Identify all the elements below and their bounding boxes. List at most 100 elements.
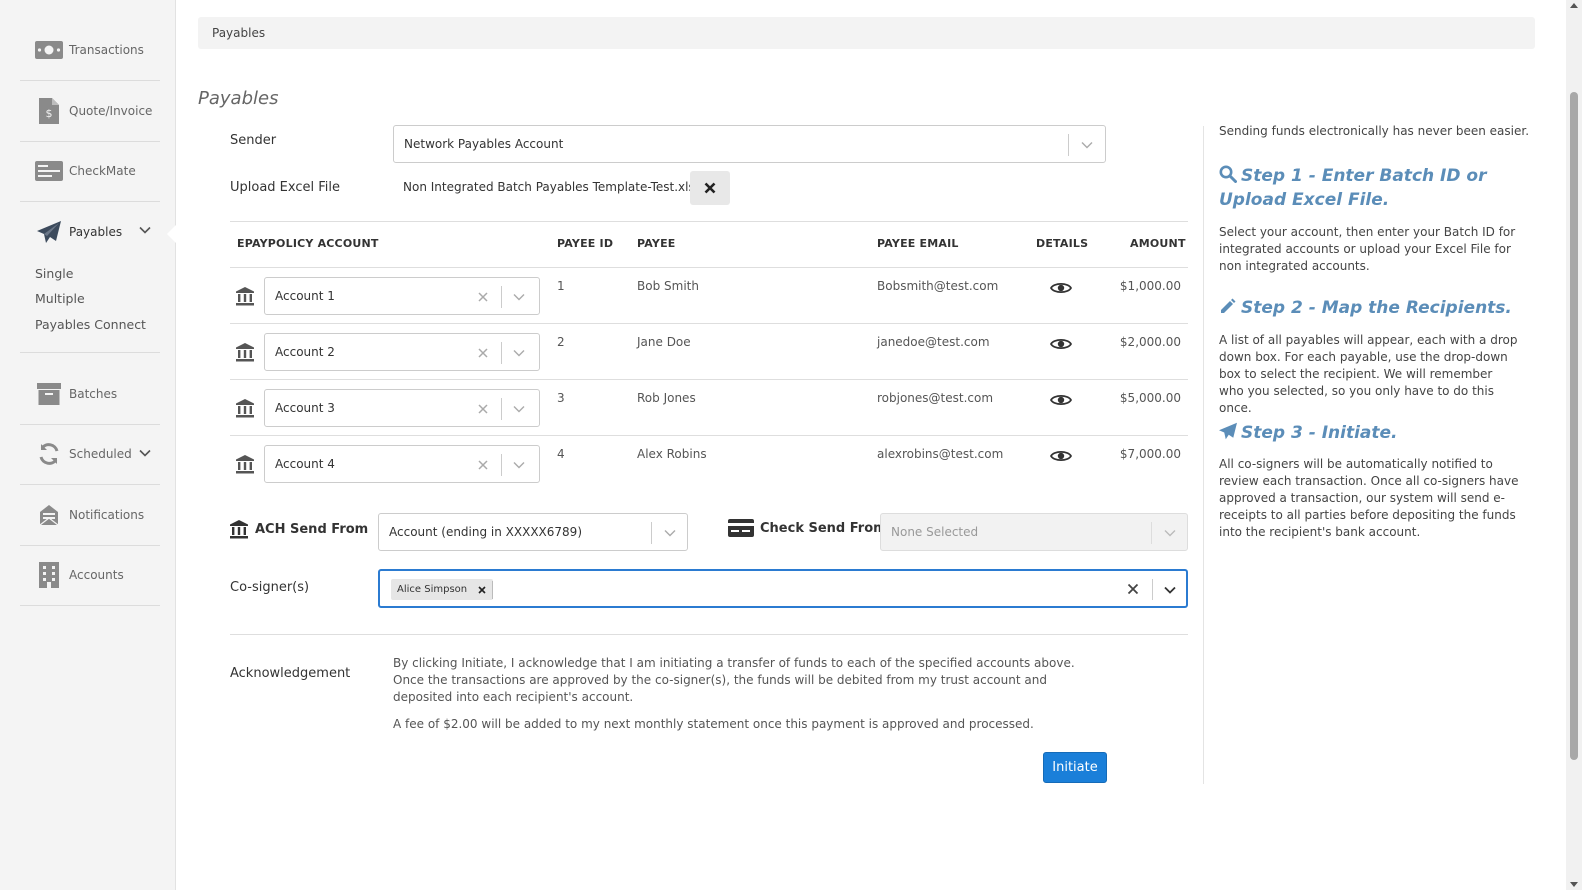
- payee-email: alexrobins@test.com: [877, 447, 1004, 461]
- step-1-title: Step 1 - Enter Batch ID or Upload Excel …: [1219, 164, 1519, 212]
- divider: [230, 267, 1188, 268]
- account-select-value: Account 1: [275, 289, 335, 303]
- payee-id: 3: [557, 391, 565, 405]
- payee-name: Rob Jones: [637, 391, 696, 405]
- chevron-down-icon: [513, 350, 525, 357]
- step-1-title-text: Step 1 - Enter Batch ID or Upload Excel …: [1219, 166, 1487, 210]
- remove-tag-icon[interactable]: [477, 585, 487, 595]
- chevron-down-icon: [513, 462, 525, 469]
- sidebar-item-accounts[interactable]: Accounts: [20, 545, 160, 606]
- sidebar-item-label: Payables: [69, 224, 123, 239]
- divider: [230, 379, 1188, 380]
- th-account: EPAYPOLICY ACCOUNT: [237, 237, 379, 250]
- clear-icon[interactable]: [476, 458, 490, 472]
- sidebar-item-label: Accounts: [69, 568, 124, 582]
- eye-icon[interactable]: [1050, 280, 1072, 296]
- ach-send-from-label: ACH Send From: [229, 519, 368, 539]
- check-send-from-select[interactable]: None Selected: [880, 513, 1188, 551]
- chevron-down-icon: [139, 449, 151, 457]
- clear-icon[interactable]: [1126, 582, 1140, 596]
- close-icon: [704, 182, 716, 194]
- sidebar-item-label: Scheduled: [69, 447, 132, 461]
- clear-icon[interactable]: [476, 402, 490, 416]
- refresh-icon: [34, 440, 64, 468]
- acknowledgement-text: By clicking Initiate, I acknowledge that…: [393, 656, 1075, 704]
- clear-icon[interactable]: [476, 346, 490, 360]
- search-icon: [1219, 165, 1237, 183]
- account-select-value: Account 2: [275, 345, 335, 359]
- sender-select[interactable]: Network Payables Account: [393, 125, 1106, 163]
- sidebar-item-transactions[interactable]: Transactions: [20, 20, 160, 81]
- payee-id: 1: [557, 279, 565, 293]
- divider: [230, 323, 1188, 324]
- payee-name: Jane Doe: [637, 335, 691, 349]
- check-select-value: None Selected: [891, 525, 979, 539]
- check-label-text: Check Send From: [760, 520, 887, 536]
- bank-icon: [236, 399, 254, 418]
- th-payee-id: PAYEE ID: [557, 237, 614, 250]
- step-2-title: Step 2 - Map the Recipients.: [1219, 296, 1519, 320]
- scroll-up-arrow[interactable]: [1570, 3, 1578, 8]
- payables-submenu: Single Multiple Payables Connect: [20, 261, 160, 353]
- eye-icon[interactable]: [1050, 336, 1072, 352]
- cosigner-tag-label: Alice Simpson: [397, 584, 468, 595]
- fee-notice-text: A fee of $2.00 will be added to my next …: [393, 717, 1034, 731]
- account-select[interactable]: Account 2: [264, 333, 540, 371]
- account-select[interactable]: Account 4: [264, 445, 540, 483]
- account-select[interactable]: Account 1: [264, 277, 540, 315]
- th-payee-email: PAYEE EMAIL: [877, 237, 959, 250]
- sidebar-item-batches[interactable]: Batches: [20, 364, 160, 425]
- sidebar-item-label: CheckMate: [69, 164, 136, 178]
- sidebar-item-payables[interactable]: Payables: [20, 201, 160, 262]
- upload-file-name: Non Integrated Batch Payables Template-T…: [403, 180, 702, 194]
- cosigners-label: Co-signer(s): [230, 580, 310, 595]
- chevron-down-icon: [513, 406, 525, 413]
- sidebar-item-checkmate[interactable]: CheckMate: [20, 141, 160, 202]
- ach-label-text: ACH Send From: [255, 521, 369, 537]
- payee-amount: $2,000.00: [1119, 335, 1181, 349]
- sidebar-item-label: Quote/Invoice: [69, 104, 153, 118]
- payee-email: robjones@test.com: [877, 391, 994, 405]
- breadcrumb: Payables: [198, 17, 1535, 49]
- account-select-value: Account 4: [275, 457, 335, 471]
- submenu-item-multiple[interactable]: Multiple: [35, 291, 85, 306]
- money-icon: [34, 36, 64, 64]
- sidebar-item-scheduled[interactable]: Scheduled: [20, 424, 160, 485]
- step-1-text: Select your account, then enter your Bat…: [1219, 225, 1516, 273]
- upload-label: Upload Excel File: [230, 180, 341, 195]
- page-title: Payables: [198, 88, 279, 109]
- credit-card-icon: [728, 519, 754, 537]
- eye-icon[interactable]: [1050, 448, 1072, 464]
- payee-amount: $5,000.00: [1119, 391, 1181, 405]
- cosigners-multiselect[interactable]: Alice Simpson: [378, 569, 1188, 608]
- submenu-item-payables-connect[interactable]: Payables Connect: [35, 317, 146, 332]
- payee-email: janedoe@test.com: [877, 335, 990, 349]
- scroll-thumb[interactable]: [1570, 92, 1578, 760]
- payee-amount: $1,000.00: [1119, 279, 1181, 293]
- sidebar: Transactions $ Quote/Invoice CheckMate P…: [0, 0, 176, 890]
- check-send-from-label: Check Send From: [728, 519, 887, 537]
- sidebar-item-label: Batches: [69, 387, 118, 401]
- sidebar-item-label: Notifications: [69, 508, 145, 522]
- scrollbar[interactable]: [1566, 0, 1582, 890]
- clear-icon[interactable]: [476, 290, 490, 304]
- step-2-title-text: Step 2 - Map the Recipients.: [1241, 298, 1512, 318]
- eye-icon[interactable]: [1050, 392, 1072, 408]
- submenu-item-single[interactable]: Single: [35, 266, 73, 281]
- sidebar-item-notifications[interactable]: Notifications: [20, 485, 160, 546]
- scroll-down-arrow[interactable]: [1570, 882, 1578, 887]
- sidebar-item-quote-invoice[interactable]: $ Quote/Invoice: [20, 81, 160, 142]
- th-amount: AMOUNT: [1130, 237, 1186, 250]
- chevron-down-icon: [1081, 142, 1093, 149]
- remove-file-button[interactable]: [690, 171, 730, 205]
- pencil-icon: [1221, 298, 1236, 313]
- account-select[interactable]: Account 3: [264, 389, 540, 427]
- ach-send-from-select[interactable]: Account (ending in XXXXX6789): [378, 513, 688, 551]
- check-icon: [34, 157, 64, 185]
- help-intro: Sending funds electronically has never b…: [1219, 124, 1530, 138]
- step-3-title-text: Step 3 - Initiate.: [1241, 423, 1398, 443]
- step-3-title: Step 3 - Initiate.: [1219, 421, 1519, 445]
- chevron-down-icon[interactable]: [1163, 583, 1177, 597]
- step-3-text: All co-signers will be automatically not…: [1219, 457, 1519, 539]
- initiate-button[interactable]: Initiate: [1043, 752, 1107, 783]
